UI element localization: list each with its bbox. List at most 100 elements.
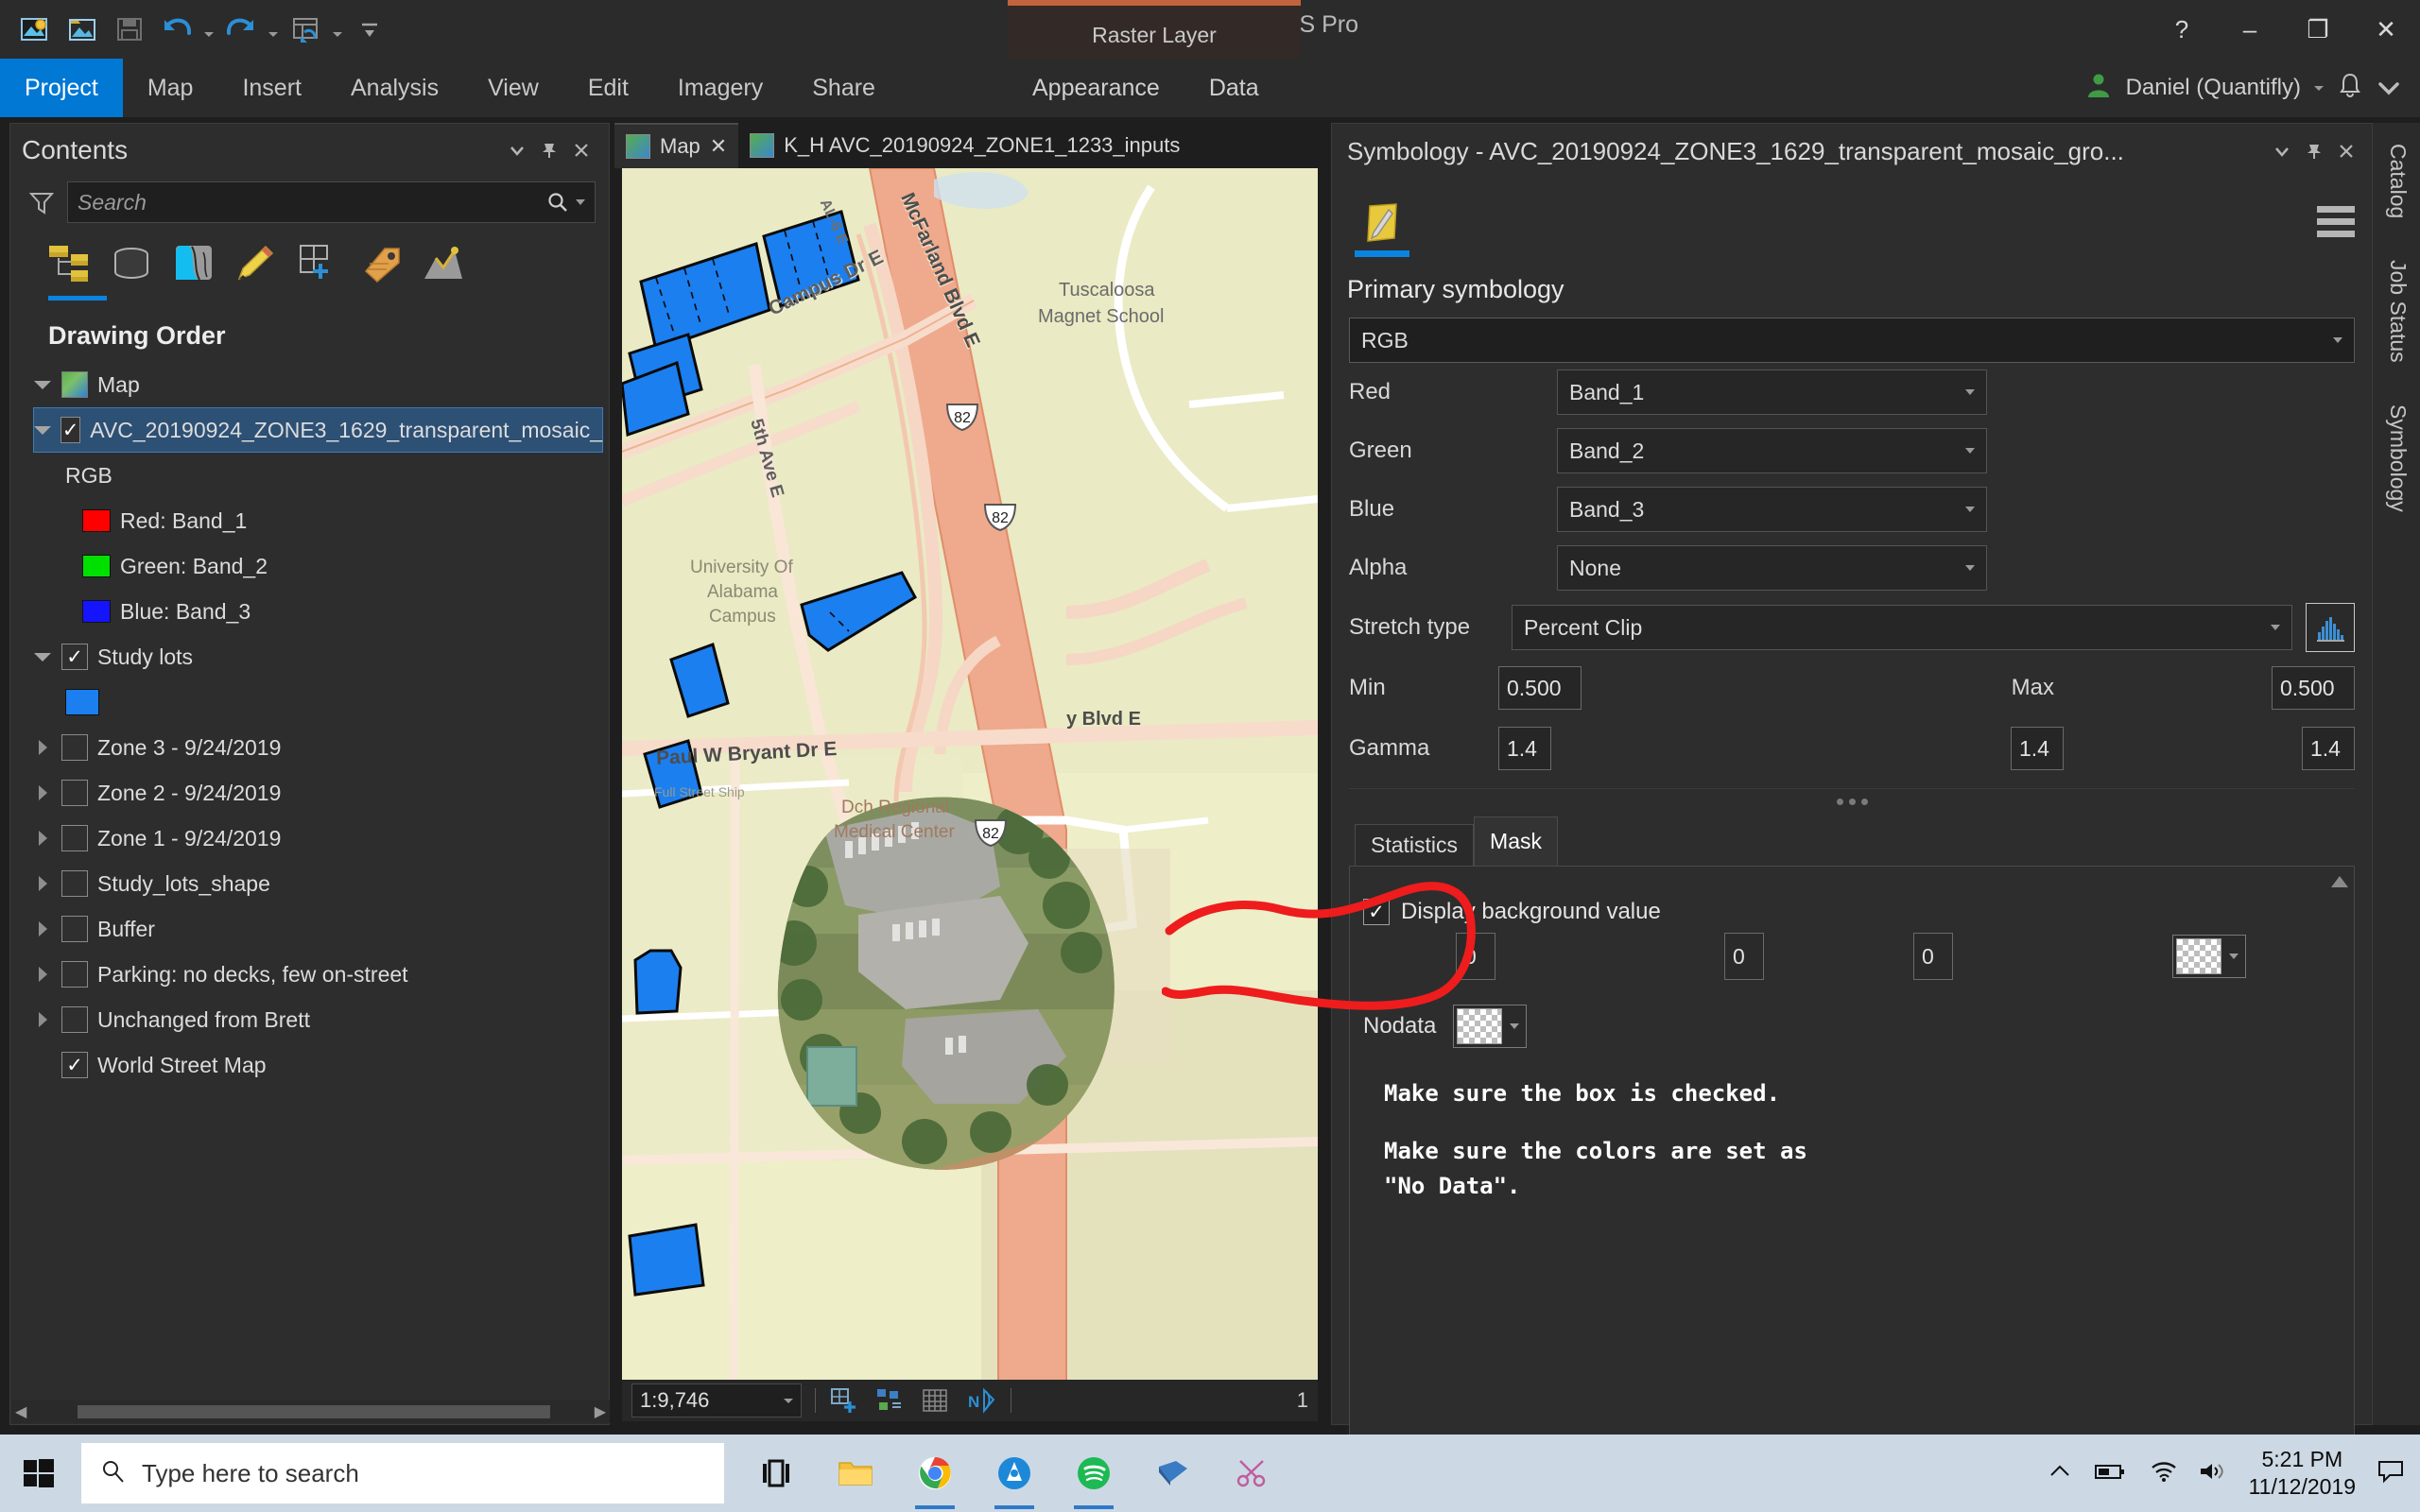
green-band-select[interactable]: Band_2: [1557, 428, 1987, 473]
tab-map[interactable]: Map: [123, 59, 218, 117]
tab-appearance[interactable]: Appearance: [1008, 59, 1184, 117]
expander-right-icon[interactable]: [33, 829, 52, 848]
grid-icon[interactable]: [920, 1386, 952, 1415]
chevron-down-icon[interactable]: [2271, 625, 2280, 630]
tree-item-zone-3[interactable]: Zone 3 - 9/24/2019: [33, 725, 609, 770]
chevron-down-icon[interactable]: [1965, 565, 1975, 571]
symbology-menu-icon[interactable]: [2266, 135, 2298, 167]
account-area[interactable]: Daniel (Quantifly): [2084, 59, 2363, 117]
taskbar-clock[interactable]: 5:21 PM 11/12/2019: [2249, 1446, 2356, 1501]
layer-visibility-checkbox[interactable]: [61, 916, 88, 942]
tree-item-world-street-map[interactable]: ✓ World Street Map: [33, 1042, 609, 1088]
expander-right-icon[interactable]: [33, 874, 52, 893]
dock-item-catalog[interactable]: Catalog: [2373, 123, 2411, 239]
search-icon[interactable]: [545, 190, 570, 215]
background-value-blue-input[interactable]: 0: [1913, 933, 1953, 980]
background-color-picker[interactable]: [2172, 935, 2246, 978]
redo-dropdown-icon[interactable]: [267, 8, 280, 51]
chevron-down-icon[interactable]: [2229, 954, 2238, 959]
red-band-select[interactable]: Band_1: [1557, 369, 1987, 415]
max-value-input[interactable]: 0.500: [2272, 666, 2355, 710]
gamma-red-input[interactable]: 1.4: [1498, 727, 1551, 770]
tab-mask[interactable]: Mask: [1474, 816, 1558, 866]
restore-dropdown-icon[interactable]: [331, 8, 344, 51]
tab-project[interactable]: Project: [0, 59, 123, 117]
expander-down-icon[interactable]: [33, 647, 52, 666]
chevron-down-icon[interactable]: [1510, 1023, 1520, 1029]
scroll-right-icon[interactable]: ▶: [595, 1402, 606, 1421]
chevron-down-icon[interactable]: [1965, 389, 1975, 395]
show-hidden-icons-icon[interactable]: [2047, 1461, 2073, 1486]
chevron-down-icon[interactable]: [1965, 507, 1975, 512]
chevron-down-icon[interactable]: [2333, 337, 2342, 343]
blue-band-select[interactable]: Band_3: [1557, 487, 1987, 532]
map-tab-inputs[interactable]: K_H AVC_20190924_ZONE1_1233_inputs: [738, 123, 1191, 168]
open-project-icon[interactable]: [60, 8, 104, 51]
contents-close-icon[interactable]: [565, 134, 597, 166]
tree-item-map[interactable]: Map: [33, 362, 609, 407]
splitter-grip[interactable]: [1349, 788, 2355, 815]
contents-pin-icon[interactable]: [533, 134, 565, 166]
volume-icon[interactable]: [2198, 1460, 2228, 1487]
file-explorer-button[interactable]: [821, 1435, 890, 1512]
expander-right-icon[interactable]: [33, 738, 52, 757]
customize-qat-icon[interactable]: [348, 8, 391, 51]
tab-share[interactable]: Share: [787, 59, 900, 117]
list-by-snapping-icon[interactable]: [292, 237, 345, 290]
primary-symbology-select[interactable]: RGB: [1349, 318, 2355, 363]
chevron-down-icon[interactable]: [784, 1398, 793, 1403]
scroll-up-icon[interactable]: [2331, 876, 2348, 887]
north-arrow-icon[interactable]: N: [965, 1386, 997, 1415]
spotify-button[interactable]: [1059, 1435, 1129, 1512]
expander-right-icon[interactable]: [33, 919, 52, 938]
map-tab-map[interactable]: Map ✕: [614, 123, 739, 168]
save-project-icon[interactable]: [108, 8, 151, 51]
list-by-data-source-icon[interactable]: [105, 237, 158, 290]
layer-visibility-checkbox[interactable]: [61, 780, 88, 806]
task-view-button[interactable]: [741, 1435, 811, 1512]
background-value-green-input[interactable]: 0: [1724, 933, 1764, 980]
list-by-labeling-icon[interactable]: [354, 237, 407, 290]
close-tab-icon[interactable]: ✕: [710, 134, 727, 159]
contents-menu-icon[interactable]: [501, 134, 533, 166]
restore-pane-icon[interactable]: [284, 8, 327, 51]
tab-analysis[interactable]: Analysis: [326, 59, 463, 117]
expander-down-icon[interactable]: [33, 375, 52, 394]
expander-right-icon[interactable]: [33, 965, 52, 984]
search-options-icon[interactable]: [576, 199, 585, 205]
expander-right-icon[interactable]: [33, 783, 52, 802]
expander-right-icon[interactable]: [33, 1010, 52, 1029]
dock-item-symbology[interactable]: Symbology: [2373, 384, 2411, 533]
filter-icon[interactable]: [27, 188, 56, 216]
app6-button[interactable]: [1138, 1435, 1208, 1512]
undo-dropdown-icon[interactable]: [202, 8, 216, 51]
wifi-icon[interactable]: [2149, 1460, 2177, 1487]
taskbar-search-input[interactable]: Type here to search: [81, 1443, 724, 1503]
layer-visibility-checkbox[interactable]: [61, 961, 88, 988]
stretch-type-select[interactable]: Percent Clip: [1512, 605, 2292, 650]
select-features-icon[interactable]: [874, 1386, 907, 1415]
histogram-icon[interactable]: [2306, 603, 2355, 652]
tab-statistics[interactable]: Statistics: [1355, 824, 1475, 866]
gamma-blue-input[interactable]: 1.4: [2302, 727, 2355, 770]
gamma-green-input[interactable]: 1.4: [2011, 727, 2064, 770]
background-value-red-input[interactable]: 0: [1456, 933, 1495, 980]
layer-visibility-checkbox[interactable]: ✓: [61, 644, 88, 670]
tab-view[interactable]: View: [463, 59, 563, 117]
minimize-button[interactable]: –: [2216, 0, 2284, 59]
close-button[interactable]: ✕: [2352, 0, 2420, 59]
layer-visibility-checkbox[interactable]: ✓: [60, 417, 81, 443]
dock-item-job-status[interactable]: Job Status: [2373, 239, 2411, 384]
tree-item-unchanged-from-brett[interactable]: Unchanged from Brett: [33, 997, 609, 1042]
hamburger-menu-icon[interactable]: [2317, 205, 2355, 243]
tree-item-buffer[interactable]: Buffer: [33, 906, 609, 952]
list-by-drawing-order-icon[interactable]: [43, 237, 95, 290]
account-dropdown-icon[interactable]: [2314, 85, 2324, 91]
snip-button[interactable]: [1218, 1435, 1288, 1512]
new-project-icon[interactable]: [13, 8, 57, 51]
layer-visibility-checkbox[interactable]: [61, 825, 88, 851]
undo-icon[interactable]: [155, 8, 199, 51]
notifications-icon[interactable]: [2337, 71, 2363, 106]
layer-visibility-checkbox[interactable]: [61, 734, 88, 761]
tab-insert[interactable]: Insert: [217, 59, 326, 117]
